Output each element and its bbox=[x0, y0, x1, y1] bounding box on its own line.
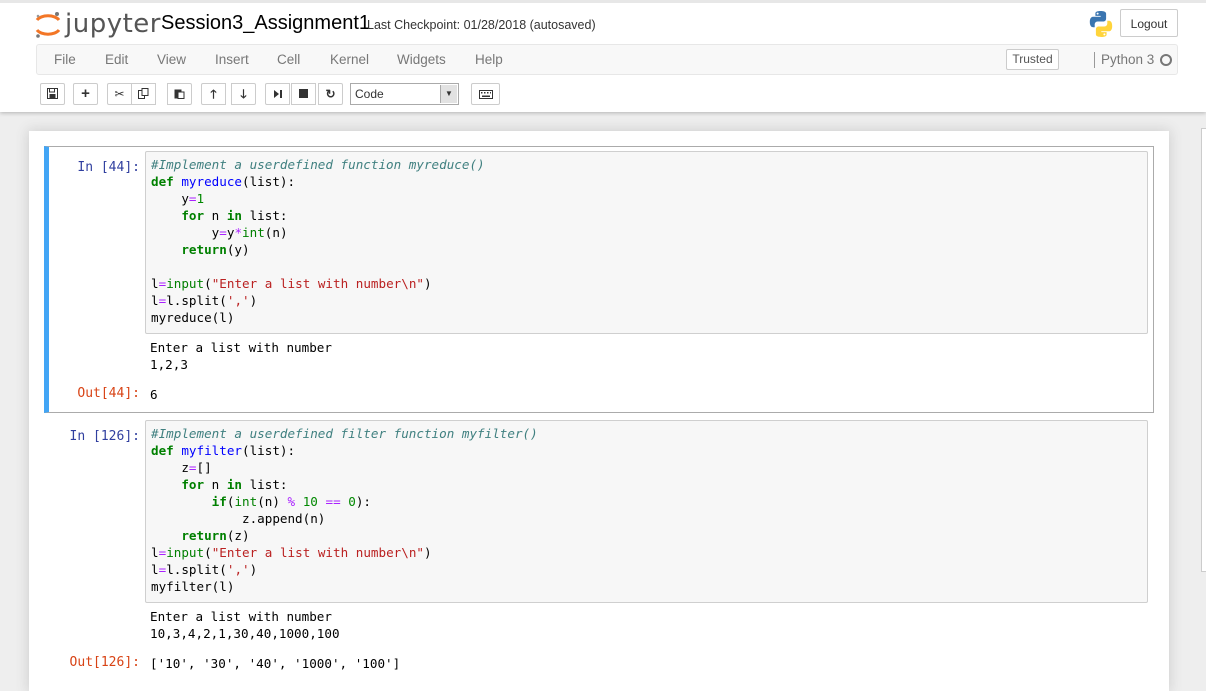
logo-text: jupyter bbox=[65, 9, 161, 39]
code-source: #Implement a userdefined filter function… bbox=[151, 426, 538, 594]
step-forward-icon bbox=[273, 90, 282, 98]
checkpoint-status: Last Checkpoint: 01/28/2018 (autosaved) bbox=[367, 18, 596, 32]
cut-button[interactable]: ✂ bbox=[107, 83, 132, 105]
menu-kernel[interactable]: Kernel bbox=[330, 52, 369, 67]
save-icon bbox=[47, 88, 58, 99]
execute-result: ['10', '30', '40', '1000', '100'] bbox=[150, 656, 401, 671]
code-line: #Implement a userdefined function myredu… bbox=[151, 157, 485, 172]
stop-icon bbox=[299, 89, 308, 98]
execute-result: 6 bbox=[150, 387, 158, 402]
top-border bbox=[0, 0, 1206, 3]
kernel-idle-icon bbox=[1160, 54, 1172, 66]
command-palette-button[interactable] bbox=[471, 83, 500, 105]
logout-button[interactable]: Logout bbox=[1120, 9, 1178, 37]
cell-type-select[interactable]: Code ▼ bbox=[350, 83, 459, 105]
code-cell[interactable]: In [126]: #Implement a userdefined filte… bbox=[44, 416, 1154, 676]
code-cell-selected[interactable]: In [44]: #Implement a userdefined functi… bbox=[44, 146, 1154, 413]
kernel-name: Python 3 bbox=[1101, 52, 1155, 67]
menu-insert[interactable]: Insert bbox=[215, 52, 249, 67]
insert-cell-button[interactable]: + bbox=[73, 83, 98, 105]
menu-edit[interactable]: Edit bbox=[105, 52, 128, 67]
page-scrollbar[interactable] bbox=[1201, 128, 1206, 572]
plus-icon: + bbox=[81, 85, 90, 102]
cell-type-value: Code bbox=[355, 87, 384, 101]
code-editor[interactable]: #Implement a userdefined function myredu… bbox=[145, 151, 1148, 334]
arrow-up-icon: 🡑 bbox=[210, 87, 217, 101]
python-logo-icon bbox=[1087, 10, 1115, 43]
kernel-separator bbox=[1094, 52, 1095, 68]
move-down-button[interactable]: 🡓 bbox=[231, 83, 256, 105]
notebook-header: jupyter Session3_Assignment1 Last Checkp… bbox=[0, 0, 1206, 112]
notebook-title[interactable]: Session3_Assignment1 bbox=[161, 12, 370, 35]
code-source: #Implement a userdefined function myredu… bbox=[151, 157, 485, 325]
refresh-icon: ↻ bbox=[325, 87, 336, 101]
menu-cell[interactable]: Cell bbox=[277, 52, 300, 67]
move-up-button[interactable]: 🡑 bbox=[201, 83, 226, 105]
stdout-output: Enter a list with number 1,2,3 bbox=[150, 340, 332, 372]
copy-button[interactable] bbox=[131, 83, 156, 105]
save-button[interactable] bbox=[40, 83, 65, 105]
jupyter-logo-icon bbox=[35, 12, 61, 38]
restart-button[interactable]: ↻ bbox=[318, 83, 343, 105]
output-prompt: Out[44]: bbox=[77, 386, 140, 401]
menu-view[interactable]: View bbox=[157, 52, 186, 67]
run-button[interactable] bbox=[265, 83, 290, 105]
stdout-output: Enter a list with number 10,3,4,2,1,30,4… bbox=[150, 609, 340, 641]
keyboard-icon bbox=[478, 90, 493, 99]
cut-icon: ✂ bbox=[114, 87, 125, 101]
interrupt-button[interactable] bbox=[291, 83, 316, 105]
trusted-indicator[interactable]: Trusted bbox=[1006, 49, 1059, 70]
code-line: #Implement a userdefined filter function… bbox=[151, 426, 538, 441]
menu-widgets[interactable]: Widgets bbox=[397, 52, 446, 67]
menu-file[interactable]: File bbox=[54, 52, 76, 67]
input-prompt: In [126]: bbox=[69, 429, 140, 444]
copy-icon bbox=[138, 88, 149, 99]
chevron-down-icon: ▼ bbox=[440, 85, 457, 103]
arrow-down-icon: 🡓 bbox=[240, 87, 247, 101]
menu-help[interactable]: Help bbox=[475, 52, 503, 67]
notebook-container: In [44]: #Implement a userdefined functi… bbox=[29, 131, 1169, 691]
paste-icon bbox=[174, 89, 185, 99]
paste-button[interactable] bbox=[167, 83, 192, 105]
output-prompt: Out[126]: bbox=[69, 655, 140, 670]
code-editor[interactable]: #Implement a userdefined filter function… bbox=[145, 420, 1148, 603]
input-prompt: In [44]: bbox=[77, 160, 140, 175]
